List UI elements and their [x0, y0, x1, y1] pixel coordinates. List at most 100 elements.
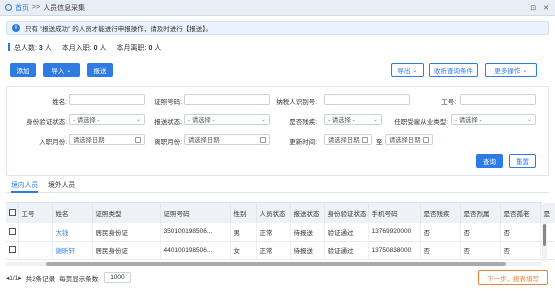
column-header[interactable]: 姓名 — [52, 203, 93, 223]
chevron-down-icon: ⌄ — [412, 67, 418, 74]
close-icon[interactable]: ✕ — [543, 4, 549, 12]
empno-input[interactable] — [460, 94, 536, 105]
row-checkbox[interactable] — [9, 228, 16, 236]
joindate-label: 入职月份: — [39, 139, 67, 146]
more-actions-button[interactable]: 更多操作 ⌄ — [485, 63, 537, 77]
info-icon: i — [12, 24, 20, 32]
notice-text: 只有 "报送成功" 的人员才能进行申报操作，请及时进行【报送】。 — [25, 26, 212, 33]
column-header[interactable]: 是否烈属 — [460, 203, 501, 223]
select-all-checkbox[interactable] — [9, 209, 16, 217]
idverify-label: 身份验证状态: — [26, 119, 67, 126]
scrollbar-thumb[interactable] — [46, 262, 506, 266]
next-step-button[interactable]: 下一步，报表填写 — [478, 270, 548, 285]
stats-summary: 总人数: 3 人 本月入职: 0 人 本月离职: 0 人 — [8, 43, 161, 53]
page-size-input[interactable]: 1000 — [104, 272, 131, 283]
cell-idtype: 居民身份证 — [92, 241, 161, 260]
column-header[interactable]: 工号 — [18, 203, 53, 223]
chevron-down-icon: ⌄ — [372, 117, 378, 123]
column-header[interactable]: 证照类型 — [92, 203, 161, 223]
page-size-label: 每页显示条数 — [59, 275, 99, 283]
cell-gender: 女 — [230, 241, 257, 260]
stat-join: 本月入职: 0 人 — [61, 45, 107, 52]
employed-select[interactable]: - 请选择 - ⌄ — [451, 114, 536, 125]
chevron-down-icon: ⌄ — [522, 67, 528, 74]
table-row[interactable]: 大钱 居民身份证 350100198506... 男 正常 待报送 验证通过 1… — [6, 223, 555, 242]
import-button[interactable]: 导入 ⌄ — [43, 63, 80, 77]
page-nav[interactable]: ◂1/1▸ — [6, 274, 22, 282]
empno-label: 工号: — [441, 99, 456, 106]
cell-report: 待报送 — [290, 241, 325, 260]
notice-banner: i 只有 "报送成功" 的人员才能进行申报操作，请及时进行【报送】。 — [6, 21, 549, 35]
calendar-icon — [362, 137, 368, 143]
column-header[interactable]: 手机号码 — [368, 203, 421, 223]
cell-empno — [18, 223, 53, 242]
search-button[interactable]: 查询 — [476, 154, 503, 168]
stat-leave: 本月离职: 0 人 — [116, 45, 162, 52]
cell-elderly: 否 — [500, 241, 541, 260]
breadcrumb-home[interactable]: 首页 — [15, 3, 29, 13]
toolbar: 添加 导入 ⌄ 报送 导出 ⌄ 收折查询条件 更多操作 ⌄ — [10, 63, 545, 77]
table-vertical-scrollbar[interactable] — [542, 222, 547, 262]
update-to-label: 至 — [376, 139, 383, 146]
update-from-picker[interactable]: 请选择日期 — [324, 134, 372, 145]
update-to-picker[interactable]: 请选择日期 — [385, 134, 433, 145]
table-header-row: 工号 姓名 证照类型 证照号码 性别 人员状态 报送状态 身份验证状态 手机号码… — [6, 203, 555, 223]
scrollbar-thumb[interactable] — [543, 224, 546, 246]
column-header[interactable]: 是否孤老 — [500, 203, 541, 223]
cell-verify: 验证通过 — [324, 241, 369, 260]
cell-martyr: 否 — [460, 223, 501, 242]
column-header[interactable]: 身份验证状态 — [324, 203, 369, 223]
row-select-cell — [6, 223, 19, 242]
chevron-down-icon: ⌄ — [66, 67, 72, 74]
cell-name[interactable]: 大钱 — [52, 223, 93, 242]
column-header[interactable]: 证照号码 — [160, 203, 231, 223]
add-button[interactable]: 添加 — [10, 63, 36, 77]
filter-panel: 姓名: 证照号码: 纳税人识别号: 工号: 身份验证状态: - 请选择 - ⌄ 报… — [6, 86, 549, 176]
cell-name[interactable]: 谢昕轩 — [52, 241, 93, 260]
column-header[interactable]: 报送状态 — [290, 203, 325, 223]
leavedate-label: 离职月份: — [154, 139, 182, 146]
table-horizontal-scrollbar[interactable] — [6, 262, 542, 266]
stat-total: 总人数: 3 人 — [14, 45, 52, 52]
tab-domestic[interactable]: 境内人员 — [11, 180, 39, 193]
cell-idtype: 居民身份证 — [92, 223, 161, 242]
chevron-down-icon: ⌄ — [526, 117, 532, 123]
cell-verify: 验证通过 — [324, 223, 369, 242]
column-header[interactable]: 是 — [540, 203, 555, 223]
employed-label: 任职受雇从业类型: — [394, 119, 448, 126]
export-button[interactable]: 导出 ⌄ — [391, 63, 424, 77]
cell-status: 正常 — [256, 223, 291, 242]
home-icon[interactable] — [5, 4, 12, 11]
idno-label: 证照号码: — [154, 99, 182, 106]
breadcrumb-separator: >> — [32, 4, 41, 11]
cell-gender: 男 — [230, 223, 257, 242]
disabled-select[interactable]: - 请选择 - ⌄ — [324, 114, 382, 125]
row-select-cell — [6, 241, 19, 260]
cell-empno — [18, 241, 53, 260]
reportstate-label: 报送状态: — [154, 119, 182, 126]
collapse-query-button[interactable]: 收折查询条件 — [429, 63, 478, 77]
column-header[interactable]: 是否残疾 — [420, 203, 461, 223]
disabled-label: 是否残疾: — [289, 119, 317, 126]
name-label: 姓名: — [52, 99, 67, 106]
total-records: 共2条记录 — [25, 275, 56, 283]
calendar-icon — [423, 137, 429, 143]
cell-elderly: 否 — [500, 223, 541, 242]
updatetime-label: 更新时间: — [289, 139, 317, 146]
report-button[interactable]: 报送 — [87, 63, 113, 77]
person-table-wrap: 工号 姓名 证照类型 证照号码 性别 人员状态 报送状态 身份验证状态 手机号码… — [6, 202, 555, 262]
column-header[interactable]: 人员状态 — [256, 203, 291, 223]
person-table: 工号 姓名 证照类型 证照号码 性别 人员状态 报送状态 身份验证状态 手机号码… — [6, 203, 555, 260]
row-checkbox[interactable] — [9, 246, 16, 254]
cell-idno: 350100198506... — [160, 223, 231, 242]
cell-idno: 440100198506... — [160, 241, 231, 260]
column-header[interactable]: 性别 — [230, 203, 257, 223]
reset-button[interactable]: 重置 — [509, 154, 536, 168]
cell-phone: 13769920000 — [368, 223, 421, 242]
table-row[interactable]: 谢昕轩 居民身份证 440100198506... 女 正常 待报送 验证通过 … — [6, 241, 555, 260]
cell-disabled: 否 — [420, 223, 461, 242]
tab-foreign[interactable]: 境外人员 — [48, 180, 75, 193]
cell-status: 正常 — [256, 241, 291, 260]
person-tabs: 境内人员 境外人员 — [6, 180, 549, 193]
restore-icon[interactable]: ⊡ — [530, 4, 536, 12]
